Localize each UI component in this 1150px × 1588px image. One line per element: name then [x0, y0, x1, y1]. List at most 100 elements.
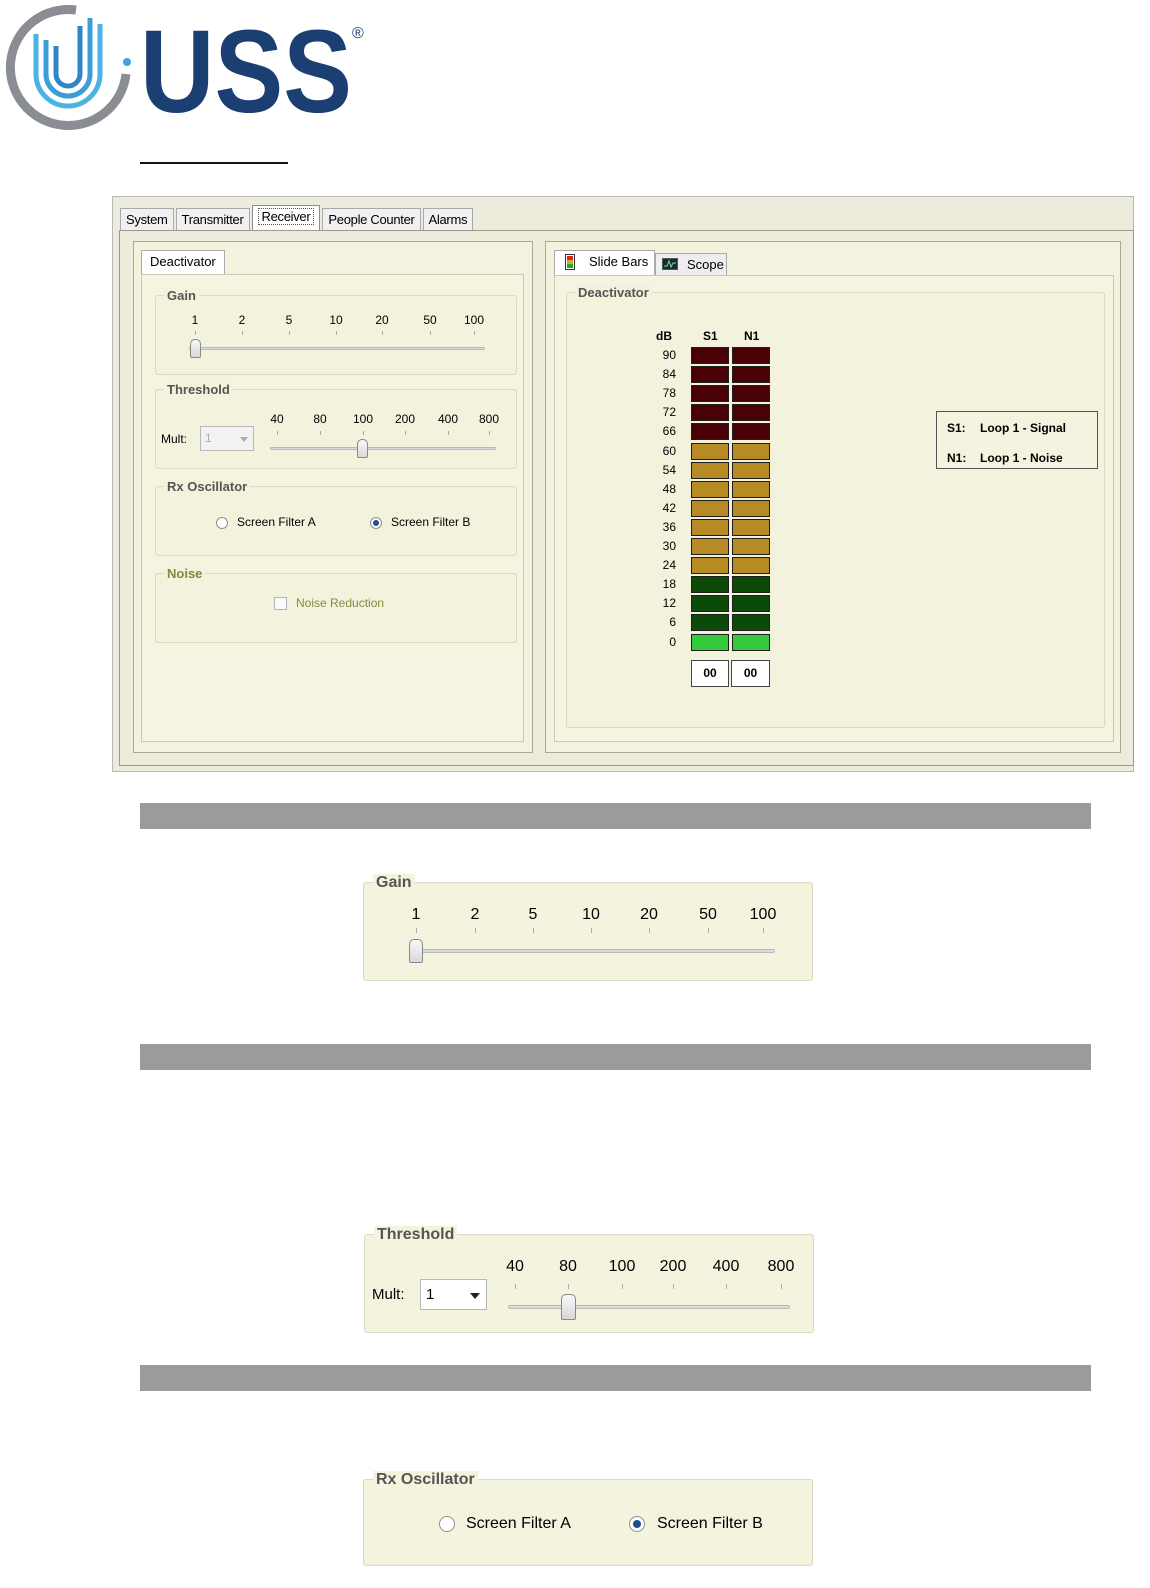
gain-thumb[interactable] [190, 339, 201, 358]
mult-label: Mult: [161, 432, 188, 446]
zoom-threshold-thumb[interactable] [561, 1294, 576, 1320]
screen-filter-a-radio[interactable] [216, 517, 228, 529]
screen-filter-b-label[interactable]: Screen Filter B [391, 515, 470, 529]
zoom-screen-filter-b-label[interactable]: Screen Filter B [657, 1515, 763, 1533]
uss-logo: USS ® [5, 5, 364, 130]
db-level-label: 48 [662, 482, 676, 496]
db-level-label: 72 [662, 405, 676, 419]
threshold-track [270, 447, 496, 450]
zoom-threshold-label: Threshold [374, 1226, 458, 1244]
tab-receiver-label: Receiver [257, 208, 315, 225]
zoom-mult-select[interactable]: 1 [420, 1279, 487, 1310]
meter-segment [691, 366, 729, 383]
zoom-threshold-slider[interactable]: 40 80 100 200 400 800 [500, 1252, 800, 1327]
db-level-label: 66 [662, 424, 676, 438]
db-level-label: 78 [662, 386, 676, 400]
zoom-threshold-tick-label: 80 [559, 1258, 577, 1275]
meter-column-header: N1 [744, 329, 760, 343]
meter-segment [732, 481, 770, 498]
rx-oscillator-label: Rx Oscillator [164, 479, 251, 494]
db-level-label: 42 [662, 501, 676, 515]
gain-tick-label: 2 [238, 313, 246, 327]
meter-segment [691, 576, 729, 593]
db-level-label: 90 [662, 348, 676, 362]
meter-segment [691, 519, 729, 536]
meter-segment [732, 557, 770, 574]
zoom-screen-filter-a-label[interactable]: Screen Filter A [466, 1515, 571, 1533]
bar-meter-icon [565, 254, 575, 270]
noise-label: Noise [164, 566, 206, 581]
zoom-rx-oscillator-label: Rx Oscillator [373, 1471, 478, 1489]
gain-tick-label: 50 [423, 313, 437, 327]
mult-value: 1 [205, 431, 212, 445]
db-header: dB [656, 329, 672, 343]
logo-text: USS [140, 6, 352, 130]
threshold-tick-label: 40 [270, 412, 284, 426]
noise-reduction-label[interactable]: Noise Reduction [296, 596, 384, 610]
zoom-gain-thumb[interactable] [409, 939, 423, 963]
tab-receiver[interactable]: Receiver [251, 205, 321, 230]
meter-segment [691, 443, 729, 460]
meter-segment [732, 347, 770, 364]
screen-filter-b-radio[interactable] [370, 517, 382, 529]
meter-segment [732, 538, 770, 555]
n1-readout: 00 [731, 660, 770, 687]
section-bar [140, 1365, 1091, 1391]
meter-segment [691, 595, 729, 612]
gain-tick-label: 10 [329, 313, 343, 327]
deactivator-meter-label: Deactivator [575, 285, 652, 300]
db-level-label: 6 [669, 615, 676, 629]
chevron-down-icon [470, 1293, 480, 1299]
tab-deactivator[interactable]: Deactivator [141, 250, 225, 275]
meter-segment [732, 576, 770, 593]
meter-segment [691, 481, 729, 498]
threshold-slider[interactable]: 40 80 100 200 400 800 [262, 405, 507, 465]
screen-filter-a-label[interactable]: Screen Filter A [237, 515, 316, 529]
meter-segment [691, 462, 729, 479]
threshold-thumb[interactable] [357, 439, 368, 458]
zoom-threshold-tick-label: 100 [608, 1258, 636, 1275]
gain-track [189, 347, 485, 350]
s1-readout: 00 [691, 660, 729, 687]
meter-segment [691, 634, 729, 651]
zoom-gain-slider[interactable]: 1 2 5 10 20 50 100 [363, 882, 813, 981]
db-level-label: 0 [669, 635, 676, 649]
zoom-gain-tick-label: 5 [528, 906, 538, 923]
meter-segment [691, 423, 729, 440]
zoom-screen-filter-a-radio[interactable] [439, 1516, 455, 1532]
meter-segment [732, 634, 770, 651]
gain-tick-label: 100 [463, 313, 485, 327]
threshold-tick-label: 400 [437, 412, 459, 426]
meter-segment [732, 595, 770, 612]
tab-transmitter[interactable]: Transmitter [175, 208, 250, 230]
tab-people-counter[interactable]: People Counter [322, 208, 421, 230]
zoom-gain-tick-label: 2 [470, 906, 480, 923]
chevron-down-icon [240, 437, 248, 442]
meter-segment [691, 614, 729, 631]
legend-value: Loop 1 - Signal [980, 421, 1066, 435]
db-level-label: 24 [662, 558, 676, 572]
zoom-screen-filter-b-radio[interactable] [629, 1516, 645, 1532]
zoom-threshold-tick-label: 40 [506, 1258, 524, 1275]
scope-icon [662, 258, 678, 270]
zoom-gain-tick-label: 10 [582, 906, 600, 923]
meter-segment [691, 404, 729, 421]
zoom-threshold-tick-label: 400 [712, 1258, 740, 1275]
zoom-threshold-tick-label: 200 [659, 1258, 687, 1275]
mult-select[interactable]: 1 [200, 426, 254, 451]
meter-segment [732, 366, 770, 383]
db-level-label: 12 [662, 596, 676, 610]
registered-mark: ® [352, 25, 364, 42]
gain-tick-label: 1 [191, 313, 199, 327]
tab-slide-bars-label: Slide Bars [589, 254, 649, 269]
meter-segment [732, 462, 770, 479]
meter-segment [732, 404, 770, 421]
meter-legend: S1: Loop 1 - Signal N1: Loop 1 - Noise [936, 411, 1098, 469]
tab-system[interactable]: System [120, 208, 174, 230]
meter-segment [732, 443, 770, 460]
noise-reduction-checkbox[interactable] [274, 597, 287, 610]
meter-segment [732, 614, 770, 631]
tab-alarms[interactable]: Alarms [422, 208, 474, 230]
zoom-gain-track [409, 949, 775, 953]
gain-slider[interactable]: 1 2 5 10 20 50 100 [155, 295, 517, 375]
